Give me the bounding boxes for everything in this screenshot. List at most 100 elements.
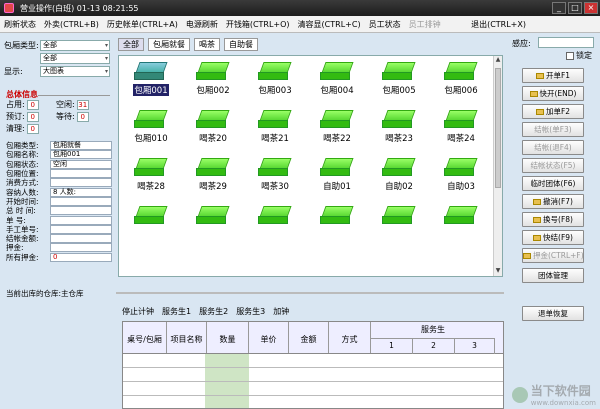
display-select[interactable]: 大图表 ▾	[40, 66, 110, 77]
service-tab-4[interactable]: 加钟	[273, 306, 289, 317]
room-tile[interactable]: 喝茶22	[307, 110, 367, 144]
room-icon	[320, 62, 354, 82]
room-tile[interactable]	[245, 206, 305, 228]
action-button-3[interactable]: 结帐(单F3)	[522, 122, 584, 137]
app-icon	[4, 3, 14, 13]
room-icon	[382, 158, 416, 178]
room-tile[interactable]: 自助02	[369, 158, 429, 192]
table-row[interactable]	[123, 354, 503, 368]
minimize-button[interactable]: _	[552, 2, 566, 14]
scroll-down-icon[interactable]: ▼	[494, 267, 502, 276]
room-tile[interactable]: 包厢003	[245, 62, 305, 96]
action-button-label: 撤消(F7)	[543, 197, 573, 206]
lock-label: 锁定	[576, 51, 592, 60]
room-tile[interactable]	[121, 206, 181, 228]
info-value	[50, 169, 112, 179]
table-row[interactable]	[123, 368, 503, 382]
room-tile[interactable]	[431, 206, 491, 228]
menu-item-7: 员工排钟	[408, 19, 441, 29]
action-button-5[interactable]: 结帐状态(F5)	[522, 158, 584, 173]
room-icon	[444, 158, 478, 178]
maximize-button[interactable]: □	[568, 2, 582, 14]
action-button-label: 换号(F8)	[543, 215, 573, 224]
action-button-label: 押金(CTRL+F)	[533, 251, 584, 260]
room-tile[interactable]	[307, 206, 367, 228]
filter-select[interactable]: 全部 ▾	[40, 53, 110, 64]
action-button-11[interactable]: 团体管理	[522, 268, 584, 283]
room-name: 包厢004	[320, 86, 354, 96]
window-title: 营业操作(白班) 01-13 08:21:55	[20, 3, 139, 13]
room-type-select[interactable]: 全部 ▾	[40, 40, 110, 51]
action-button-7[interactable]: 撤消(F7)	[522, 194, 584, 209]
scroll-thumb[interactable]	[495, 68, 501, 188]
menu-item-0[interactable]: 刷新状态	[0, 19, 40, 30]
action-button-12[interactable]: 退单恢复	[522, 306, 584, 321]
action-button-label: 快结(F9)	[543, 233, 573, 242]
room-name: 喝茶22	[323, 134, 351, 144]
chevron-down-icon: ▾	[104, 55, 108, 62]
menu-item-exit[interactable]: 退出(CTRL+X)	[467, 19, 530, 30]
action-button-8[interactable]: 换号(F8)	[522, 212, 584, 227]
room-tile[interactable]: 喝茶29	[183, 158, 243, 192]
service-tab-3[interactable]: 服务生3	[236, 306, 265, 317]
room-tile[interactable]: 包厢001	[121, 62, 181, 96]
action-button-label: 结帐(单F3)	[534, 125, 572, 134]
col-unit-price: 单价	[249, 322, 289, 353]
action-button-9[interactable]: 快结(F9)	[522, 230, 584, 245]
room-tile[interactable]: 自助01	[307, 158, 367, 192]
room-tile[interactable]: 喝茶21	[245, 110, 305, 144]
room-icon	[444, 110, 478, 130]
tab-2[interactable]: 喝茶	[194, 38, 220, 51]
room-tile[interactable]: 自助03	[431, 158, 491, 192]
action-button-0[interactable]: 开单F1	[522, 68, 584, 83]
room-tile[interactable]: 喝茶30	[245, 158, 305, 192]
menu-item-3[interactable]: 电源刷新	[182, 19, 222, 30]
menu-item-6[interactable]: 员工状态	[365, 19, 405, 30]
panel-divider[interactable]	[116, 292, 504, 294]
room-tile[interactable]: 包厢002	[183, 62, 243, 96]
room-tile[interactable]: 喝茶23	[369, 110, 429, 144]
menu-item-1[interactable]: 外卖(CTRL+B)	[40, 19, 103, 30]
tab-1[interactable]: 包厢就餐	[148, 38, 190, 51]
room-tile[interactable]: 包厢005	[369, 62, 429, 96]
action-button-label: 快开(END)	[539, 89, 577, 98]
service-tabs: 停止计钟 服务生1 服务生2 服务生3 加钟	[122, 306, 289, 317]
free-label: 空闲:	[56, 100, 75, 109]
waiting-label: 等待:	[56, 112, 75, 121]
service-tab-2[interactable]: 服务生2	[199, 306, 228, 317]
service-tab-0[interactable]: 停止计钟	[122, 306, 154, 317]
info-value	[50, 196, 112, 206]
action-button-2[interactable]: 加单F2	[522, 104, 584, 119]
action-button-10[interactable]: 押金(CTRL+F)	[522, 248, 584, 263]
scroll-up-icon[interactable]: ▲	[494, 56, 502, 65]
checkbox-icon[interactable]	[566, 51, 574, 60]
room-tile[interactable]: 包厢010	[121, 110, 181, 144]
cleaning-label: 清理:	[6, 124, 25, 133]
tab-3[interactable]: 自助餐	[224, 38, 258, 51]
room-tile[interactable]: 喝茶20	[183, 110, 243, 144]
menu-item-5[interactable]: 清容显(CTRL+C)	[294, 19, 365, 30]
room-tile[interactable]: 喝茶24	[431, 110, 491, 144]
lock-checkbox[interactable]: 锁定	[566, 50, 592, 61]
room-name: 喝茶20	[199, 134, 227, 144]
room-name: 喝茶28	[137, 182, 165, 192]
tab-0[interactable]: 全部	[118, 38, 144, 51]
sense-input[interactable]	[538, 37, 594, 48]
table-row[interactable]	[123, 382, 503, 396]
room-tile[interactable]: 喝茶28	[121, 158, 181, 192]
grid-scrollbar[interactable]: ▲ ▼	[493, 56, 502, 276]
service-tab-1[interactable]: 服务生1	[162, 306, 191, 317]
room-tile[interactable]: 包厢006	[431, 62, 491, 96]
close-button[interactable]: ×	[584, 2, 598, 14]
room-tile[interactable]	[183, 206, 243, 228]
action-button-4[interactable]: 结帐(退F4)	[522, 140, 584, 155]
info-row: 所有押金: 0	[6, 252, 112, 262]
action-button-6[interactable]: 临时团体(F6)	[522, 176, 584, 191]
menu-item-4[interactable]: 开钱箱(CTRL+O)	[222, 19, 294, 30]
action-button-1[interactable]: 快开(END)	[522, 86, 584, 101]
menu-item-2[interactable]: 历史帐单(CTRL+A)	[103, 19, 182, 30]
room-tile[interactable]	[369, 206, 429, 228]
room-tile[interactable]: 包厢004	[307, 62, 367, 96]
room-icon	[444, 62, 478, 82]
room-icon	[196, 158, 230, 178]
